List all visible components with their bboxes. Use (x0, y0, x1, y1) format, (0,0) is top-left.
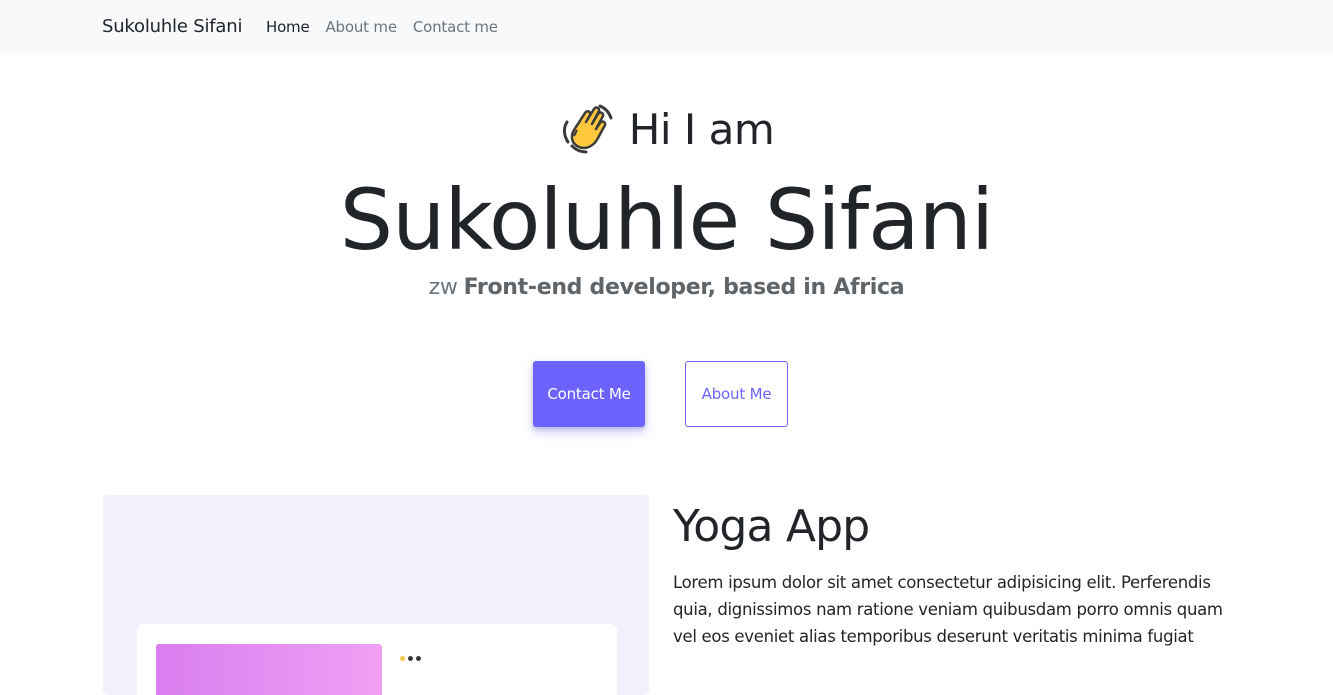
waving-hand-icon (559, 100, 615, 156)
project-preview (137, 624, 617, 695)
preview-image (156, 644, 382, 695)
about-me-button[interactable]: About Me (685, 361, 788, 427)
nav-link-about[interactable]: About me (326, 18, 398, 36)
preview-dots (400, 646, 430, 661)
nav-link-home[interactable]: Home (266, 18, 310, 36)
project-image-card (103, 495, 649, 695)
nav-links: Home About me Contact me (266, 18, 514, 36)
hero-name: Sukoluhle Sifani (339, 171, 994, 269)
brand-link[interactable]: Sukoluhle Sifani (102, 16, 242, 37)
contact-me-button[interactable]: Contact Me (533, 361, 645, 427)
tagline-text: Front-end developer, based in Africa (463, 275, 905, 300)
project-description: Lorem ipsum dolor sit amet consectetur a… (673, 573, 1223, 646)
project-title: Yoga App (673, 501, 870, 552)
hero-tagline: zw Front-end developer, based in Africa (0, 272, 1333, 304)
flag-text: zw (428, 275, 458, 300)
navbar: Sukoluhle Sifani Home About me Contact m… (0, 0, 1333, 55)
nav-link-contact[interactable]: Contact me (413, 18, 498, 36)
greeting-text: Hi I am (628, 105, 775, 154)
hero-greeting: Hi I am (0, 100, 1333, 160)
